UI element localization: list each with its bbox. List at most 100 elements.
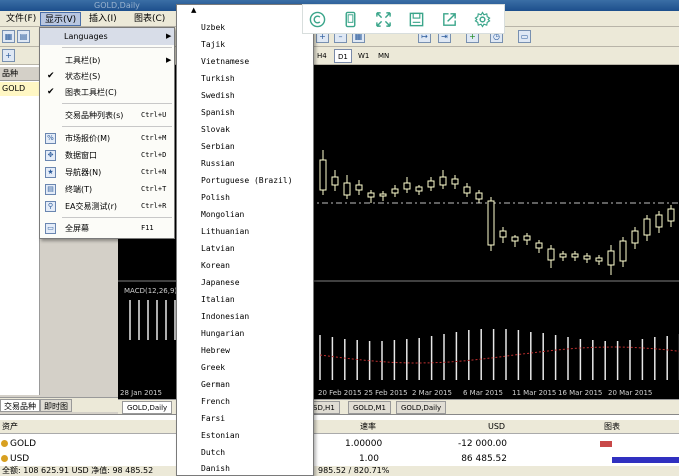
gold-coin-icon [1, 440, 8, 447]
language-item[interactable]: Mongolian [201, 210, 244, 219]
candle-body [619, 240, 627, 262]
terminal-icon: ▤ [45, 184, 56, 195]
language-item[interactable]: Latvian [201, 244, 235, 253]
candle-body [439, 176, 447, 186]
language-item[interactable]: Uzbek [201, 23, 225, 32]
submenu-arrow-icon: ▶ [166, 32, 172, 40]
status-bar: 全额: 108 625.91 USD 净值: 98 485.52 985.52 … [0, 466, 679, 476]
timeframe-w1[interactable]: W1 [355, 49, 372, 63]
language-item[interactable]: Indonesian [201, 312, 249, 321]
candle-body [427, 180, 435, 188]
candle-body [415, 186, 423, 192]
menu-item-languages[interactable]: Languages ▶ [40, 28, 174, 45]
language-item[interactable]: German [201, 380, 230, 389]
candle-body [391, 188, 399, 194]
language-item[interactable]: Vietnamese [201, 57, 249, 66]
language-item[interactable]: Korean [201, 261, 230, 270]
asset-bar [600, 441, 612, 447]
language-item[interactable]: Farsi [201, 414, 225, 423]
language-item[interactable]: Spanish [201, 108, 235, 117]
language-item[interactable]: Tajik [201, 40, 225, 49]
menu-file[interactable]: 文件(F) [2, 12, 40, 26]
profiles-icon[interactable]: ▤ [17, 30, 30, 43]
menu-item-strategy-tester[interactable]: ⚲ EA交易测试(r) Ctrl+R [40, 198, 174, 215]
copyright-icon[interactable] [309, 11, 326, 28]
date-tick: 11 Mar 2015 [512, 389, 556, 397]
tab-tick-chart[interactable]: 即时图 [40, 399, 72, 412]
candle-body [559, 253, 567, 258]
asset-bar [612, 457, 679, 463]
settings-icon[interactable] [474, 11, 491, 28]
candle-body [523, 235, 531, 241]
menu-item-navigator[interactable]: ★ 导航器(N) Ctrl+N [40, 164, 174, 181]
language-item[interactable]: Turkish [201, 74, 235, 83]
col-rate[interactable]: 速率 [360, 420, 376, 434]
share-icon[interactable] [441, 11, 458, 28]
language-item[interactable]: Polish [201, 193, 230, 202]
expand-icon[interactable] [375, 11, 392, 28]
menu-item-chart-toolbar[interactable]: ✔ 图表工具栏(C) [40, 84, 174, 101]
language-item[interactable]: Lithuanian [201, 227, 249, 236]
candle-body [535, 242, 543, 249]
crosshair-tool-icon[interactable]: + [2, 49, 15, 62]
timeframe-mn[interactable]: MN [375, 49, 392, 63]
market-watch-item-gold[interactable]: GOLD [0, 82, 40, 96]
save-icon[interactable] [408, 11, 425, 28]
menu-item-data-window[interactable]: ✥ 数据窗口 Ctrl+D [40, 147, 174, 164]
language-item[interactable]: Hungarian [201, 329, 244, 338]
phone-icon[interactable] [342, 11, 359, 28]
menu-item-status-bar[interactable]: ✔ 状态栏(S) [40, 68, 174, 85]
date-tick: 28 Jan 2015 [120, 389, 162, 397]
candle-body [547, 248, 555, 261]
chart-tab-gold-m1[interactable]: GOLD,M1 [348, 401, 391, 414]
chart-tab-gold-daily[interactable]: GOLD,Daily [122, 401, 173, 414]
scroll-up-icon[interactable]: ▲ [191, 6, 196, 14]
market-watch-icon: % [45, 133, 56, 144]
candle-body [319, 159, 327, 191]
language-item[interactable]: Dutch [201, 448, 225, 457]
menu-item-symbols[interactable]: 交易品种列表(s) Ctrl+U [40, 107, 174, 124]
language-item[interactable]: Italian [201, 295, 235, 304]
menu-view[interactable]: 显示(V) [40, 12, 82, 26]
language-item[interactable]: Estonian [201, 431, 240, 440]
menu-item-toolbars[interactable]: 工具栏(b) ▶ [40, 52, 174, 69]
menu-item-fullscreen[interactable]: ▭ 全屏幕 F11 [40, 220, 174, 237]
floating-toolbar [302, 4, 505, 34]
menu-item-terminal[interactable]: ▤ 终端(T) Ctrl+T [40, 181, 174, 198]
language-item[interactable]: Swedish [201, 91, 235, 100]
language-item[interactable]: Hebrew [201, 346, 230, 355]
menu-insert[interactable]: 插入(I) [85, 12, 121, 26]
terminal-header: 资产 速率 USD 图表 [0, 420, 679, 434]
language-item[interactable]: Japanese [201, 278, 240, 287]
col-chart[interactable]: 图表 [604, 420, 620, 434]
market-watch-tabs: 交易品种 即时图 [0, 397, 118, 412]
menu-separator [62, 217, 172, 218]
candle-body [655, 214, 663, 228]
market-watch-header: 品种 [0, 67, 40, 81]
language-item[interactable]: French [201, 397, 230, 406]
timeframe-h4[interactable]: H4 [314, 49, 330, 63]
new-chart-icon[interactable]: ▦ [2, 30, 15, 43]
candle-body [667, 208, 675, 222]
language-item[interactable]: Serbian [201, 142, 235, 151]
candle-body [367, 192, 375, 198]
menu-charts[interactable]: 图表(C) [130, 12, 169, 26]
table-row[interactable]: USD 1.00 86 485.52 [0, 452, 679, 466]
language-item[interactable]: Danish [201, 464, 230, 473]
date-tick: 2 Mar 2015 [412, 389, 452, 397]
col-asset[interactable]: 资产 [2, 420, 18, 434]
col-usd[interactable]: USD [488, 420, 505, 434]
table-row[interactable]: GOLD 1.00000 -12 000.00 [0, 437, 679, 451]
tab-symbols[interactable]: 交易品种 [0, 399, 40, 412]
language-item[interactable]: Slovak [201, 125, 230, 134]
language-item[interactable]: Portuguese (Brazil) [201, 176, 293, 185]
candle-body [631, 230, 639, 244]
menu-item-market-watch[interactable]: % 市场报价(M) Ctrl+M [40, 130, 174, 147]
timeframe-d1[interactable]: D1 [334, 49, 352, 63]
chart-tab-gold-daily-2[interactable]: GOLD,Daily [396, 401, 447, 414]
language-item[interactable]: Russian [201, 159, 235, 168]
language-item[interactable]: Greek [201, 363, 225, 372]
asset-name: GOLD [10, 439, 37, 449]
menu-separator [62, 126, 172, 127]
templates-icon[interactable]: ▭ [518, 30, 531, 43]
